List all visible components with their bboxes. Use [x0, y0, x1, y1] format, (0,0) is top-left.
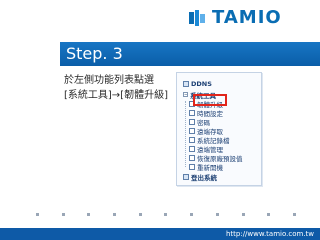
- page-icon: [189, 154, 195, 161]
- page-icon: [189, 163, 195, 170]
- tree-item-label: 登出系統: [191, 173, 217, 182]
- brand-mark-icon: [188, 9, 206, 27]
- tree-item-ddns[interactable]: DDNS: [183, 79, 212, 88]
- page-icon: [189, 127, 195, 134]
- tree-guide-line: [185, 101, 186, 167]
- tree-item-label: 重新開機: [197, 163, 223, 172]
- footer-bar: http://www.tamio.com.tw: [0, 228, 320, 240]
- brand-logo-text: TAMIO: [212, 7, 282, 28]
- collapse-toggle-icon: −: [183, 92, 188, 97]
- title-band: Step. 3: [60, 42, 320, 66]
- selection-highlight-box: [193, 94, 227, 106]
- header-bar: TAMIO: [0, 0, 320, 38]
- dotted-divider: [36, 213, 296, 217]
- brand-logo: TAMIO: [188, 8, 300, 28]
- instruction-line-2: [系統工具]→[韌體升級]: [64, 90, 168, 101]
- page-icon: [189, 118, 195, 125]
- function-tree-panel: DDNS − 系統工具 韌體升級 時間設定 密碼 遠端存取 系統記錄檔 遠端管理…: [176, 72, 262, 186]
- page-icon: [189, 145, 195, 152]
- tree-item-label: DDNS: [191, 79, 212, 88]
- footer-url[interactable]: http://www.tamio.com.tw: [226, 228, 314, 240]
- folder-icon: [183, 80, 189, 87]
- page-icon: [189, 109, 195, 116]
- page-icon: [189, 136, 195, 143]
- folder-icon: [183, 173, 189, 180]
- instruction-line-1: 於左側功能列表點選: [64, 75, 154, 86]
- tree-item-reboot[interactable]: 重新開機: [189, 162, 223, 172]
- slide-title: Step. 3: [66, 44, 123, 63]
- tree-item-logout[interactable]: 登出系統: [183, 172, 217, 182]
